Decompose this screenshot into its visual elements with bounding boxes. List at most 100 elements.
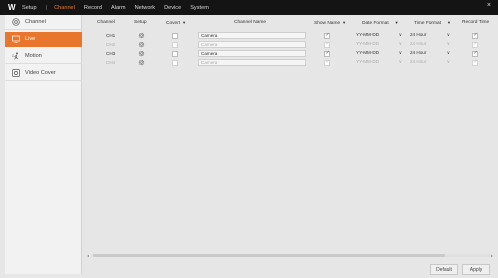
- header-date-format[interactable]: Date Format ▼: [362, 20, 399, 26]
- table-row: CH3 Camera YY-MM-DD ∨ 24 Hour ∨: [92, 49, 492, 58]
- channel-id: CH1: [106, 33, 116, 38]
- menu-network[interactable]: Network: [135, 5, 156, 11]
- gear-icon[interactable]: [138, 32, 145, 39]
- record-time-checkbox[interactable]: [472, 59, 478, 66]
- gear-icon[interactable]: [138, 50, 145, 57]
- motion-icon: [12, 52, 20, 60]
- show-name-dropdown-icon: ▼: [342, 20, 347, 25]
- table-row: CH1 Camera YY-MM-DD ∨ 24 Hour ∨: [92, 31, 492, 40]
- menu-channel[interactable]: Channel: [54, 5, 75, 11]
- default-button[interactable]: Default: [430, 264, 458, 275]
- scroll-left-icon[interactable]: ◂: [87, 253, 89, 258]
- gear-icon[interactable]: [138, 41, 145, 48]
- horizontal-scrollbar[interactable]: ◂ ▸: [87, 253, 493, 258]
- chevron-down-icon: ∨: [446, 59, 450, 64]
- time-format-select[interactable]: 24 Hour ∨: [410, 59, 452, 66]
- sidebar-item-label: Live: [25, 36, 36, 42]
- covert-checkbox[interactable]: [172, 50, 178, 57]
- menu-alarm[interactable]: Alarm: [111, 5, 126, 11]
- sidebar-item-motion[interactable]: Motion: [5, 49, 82, 64]
- show-name-checkbox[interactable]: [324, 41, 330, 48]
- covert-checkbox[interactable]: [172, 59, 178, 66]
- date-format-value: YY-MM-DD: [356, 32, 380, 37]
- time-format-value: 24 Hour: [410, 32, 427, 37]
- time-format-select[interactable]: 24 Hour ∨: [410, 41, 452, 48]
- table-header: Channel Setup Covert ▼ Channel Name Show …: [92, 18, 492, 28]
- time-format-value: 24 Hour: [410, 50, 427, 55]
- setup-title: Setup: [22, 4, 37, 11]
- record-time-checkbox[interactable]: [472, 50, 478, 57]
- chevron-down-icon: ∨: [446, 50, 450, 55]
- header-covert[interactable]: Covert ▼: [166, 20, 186, 26]
- channel-name-input[interactable]: Camera: [198, 41, 306, 48]
- header-date-format-label: Date Format: [362, 21, 389, 26]
- channel-live-panel: Channel Setup Covert ▼ Channel Name Show …: [87, 18, 494, 275]
- channel-name-input[interactable]: Camera: [198, 59, 306, 66]
- date-format-select[interactable]: YY-MM-DD ∨: [356, 50, 404, 57]
- time-format-dropdown-icon: ▼: [447, 20, 451, 25]
- show-name-checkbox[interactable]: [324, 59, 330, 66]
- live-icon: [12, 35, 20, 43]
- channel-icon: [12, 18, 20, 26]
- menu-record[interactable]: Record: [84, 5, 102, 11]
- channel-id: CH4: [106, 60, 116, 65]
- covert-checkbox[interactable]: [172, 32, 178, 39]
- chevron-down-icon: ∨: [398, 32, 402, 37]
- close-icon[interactable]: ×: [487, 2, 491, 9]
- menu-device[interactable]: Device: [164, 5, 181, 11]
- header-time-format[interactable]: Time Format ▼: [414, 20, 451, 26]
- channel-id: CH3: [106, 51, 116, 56]
- menu-system[interactable]: System: [190, 5, 209, 11]
- chevron-down-icon: ∨: [398, 59, 402, 64]
- sidebar-item-label: Video Cover: [25, 70, 56, 76]
- covert-checkbox[interactable]: [172, 41, 178, 48]
- header-covert-label: Covert: [166, 21, 181, 26]
- table-row: CH2 Camera YY-MM-DD ∨ 24 Hour ∨: [92, 40, 492, 49]
- channel-id: CH2: [106, 42, 116, 47]
- chevron-down-icon: ∨: [398, 41, 402, 46]
- date-format-dropdown-icon: ▼: [394, 20, 399, 25]
- show-name-checkbox[interactable]: [324, 50, 330, 57]
- gear-icon[interactable]: [138, 59, 145, 66]
- scrollbar-thumb[interactable]: [93, 254, 445, 257]
- time-format-value: 24 Hour: [410, 41, 427, 46]
- record-time-checkbox[interactable]: [472, 41, 478, 48]
- date-format-value: YY-MM-DD: [356, 41, 380, 46]
- date-format-value: YY-MM-DD: [356, 59, 380, 64]
- header-channel: Channel: [97, 20, 115, 25]
- time-format-select[interactable]: 24 Hour ∨: [410, 32, 452, 39]
- header-show-name-label: Show Name: [314, 21, 341, 26]
- chevron-down-icon: ∨: [446, 32, 450, 37]
- date-format-value: YY-MM-DD: [356, 50, 380, 55]
- sidebar: Channel Live Motion Video Cover: [5, 15, 82, 274]
- time-format-select[interactable]: 24 Hour ∨: [410, 50, 452, 57]
- date-format-select[interactable]: YY-MM-DD ∨: [356, 32, 404, 39]
- date-format-select[interactable]: YY-MM-DD ∨: [356, 41, 404, 48]
- top-menu-bar: W Setup | Channel Record Alarm Network D…: [0, 0, 498, 15]
- sidebar-item-live[interactable]: Live: [5, 32, 82, 47]
- record-time-checkbox[interactable]: [472, 32, 478, 39]
- channel-name-input[interactable]: Camera: [198, 50, 306, 57]
- video-cover-icon: [12, 69, 20, 77]
- header-show-name[interactable]: Show Name ▼: [314, 20, 346, 26]
- sidebar-item-channel[interactable]: Channel: [5, 15, 82, 30]
- header-setup: Setup: [134, 20, 147, 25]
- show-name-checkbox[interactable]: [324, 32, 330, 39]
- apply-button[interactable]: Apply: [462, 264, 490, 275]
- sidebar-item-label: Motion: [25, 53, 42, 59]
- date-format-select[interactable]: YY-MM-DD ∨: [356, 59, 404, 66]
- scroll-right-icon[interactable]: ▸: [491, 253, 493, 258]
- sidebar-item-label: Channel: [25, 19, 46, 25]
- header-channel-name: Channel Name: [234, 20, 266, 25]
- sidebar-item-video-cover[interactable]: Video Cover: [5, 66, 82, 81]
- brand-logo: W: [8, 3, 16, 12]
- title-separator: |: [45, 4, 48, 11]
- header-time-format-label: Time Format: [414, 21, 442, 26]
- channel-name-input[interactable]: Camera: [198, 32, 306, 39]
- covert-dropdown-icon: ▼: [182, 20, 187, 25]
- header-record-time: Record Time: [462, 20, 490, 25]
- time-format-value: 24 Hour: [410, 59, 427, 64]
- table-row: CH4 Camera YY-MM-DD ∨ 24 Hour ∨: [92, 58, 492, 67]
- chevron-down-icon: ∨: [446, 41, 450, 46]
- chevron-down-icon: ∨: [398, 50, 402, 55]
